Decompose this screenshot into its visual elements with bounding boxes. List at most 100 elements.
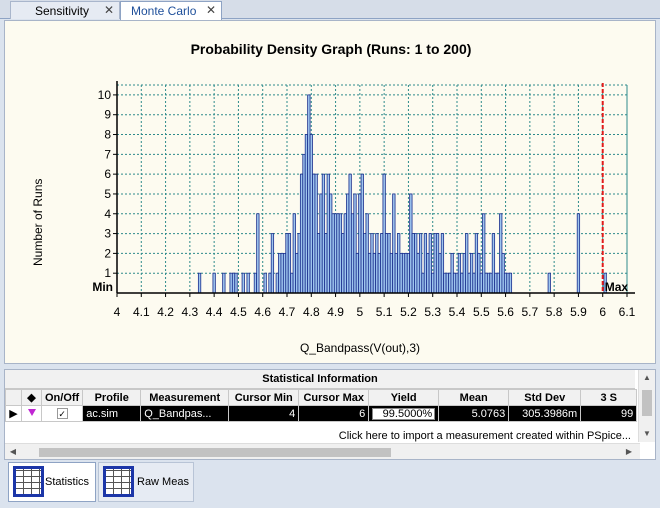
column-header-profile[interactable]: Profile <box>82 389 142 406</box>
x-tick-label: 5.4 <box>449 305 466 319</box>
x-tick-label: 4.1 <box>133 305 150 319</box>
histogram-bar <box>508 272 513 294</box>
x-tick-label: 6.1 <box>619 305 636 319</box>
tab-statistics-label: Statistics <box>45 476 90 488</box>
three-sigma-cell[interactable]: 99 <box>580 405 638 422</box>
column-header-std-dev[interactable]: Std Dev <box>508 389 582 406</box>
statistics-table: ◆ On/Off Profile Measurement Cursor Min … <box>5 389 638 422</box>
x-tick-label: 4.8 <box>303 305 320 319</box>
x-tick-label: 6 <box>599 305 606 319</box>
tab-monte-carlo-label: Monte Carlo <box>131 4 197 18</box>
cursor-min-label: Min <box>92 280 113 294</box>
y-tick-label: 3 <box>104 227 111 241</box>
table-icon <box>13 466 44 497</box>
statistics-title: Statistical Information <box>5 370 635 389</box>
histogram-bar <box>234 272 238 294</box>
x-tick-label: 5.1 <box>376 305 393 319</box>
x-tick-label: 4.5 <box>230 305 247 319</box>
column-header-yield[interactable]: Yield <box>368 389 440 406</box>
x-tick-label: 5.6 <box>497 305 514 319</box>
histogram-plot[interactable]: 4 4.1 4.2 4.3 4.4 4.5 4.6 4.7 4.8 4.9 5 5.1 5.2 5.3 5.… <box>5 21 657 365</box>
column-header-3-sigma[interactable]: 3 S <box>580 389 638 406</box>
scroll-left-icon[interactable]: ◀ <box>5 444 21 459</box>
y-tick-label: 4 <box>104 207 111 221</box>
x-tick-label: 5.2 <box>400 305 417 319</box>
x-tick-label: 5.7 <box>522 305 539 319</box>
y-tick-label: 8 <box>104 128 111 142</box>
column-header-cursor-max[interactable]: Cursor Max <box>298 389 370 406</box>
std-dev-cell[interactable]: 305.3986m <box>508 405 582 422</box>
column-header-measurement[interactable]: Measurement <box>140 389 230 406</box>
import-measurement-link[interactable]: Click here to import a measurement creat… <box>41 429 635 444</box>
histogram-bar <box>256 213 260 294</box>
cursor-min-cell[interactable]: 4 <box>228 405 300 422</box>
scroll-thumb[interactable] <box>642 390 652 416</box>
tab-sensitivity-label: Sensitivity <box>35 4 90 18</box>
histogram-bar <box>222 272 226 294</box>
histogram-bar <box>212 272 216 294</box>
x-tick-label: 5.8 <box>546 305 563 319</box>
column-header-cursor-min[interactable]: Cursor Min <box>228 389 300 406</box>
tab-statistics[interactable]: Statistics <box>8 462 96 502</box>
onoff-cell[interactable]: ✓ <box>40 405 84 422</box>
histogram-bar <box>241 272 245 294</box>
y-tick-label: 6 <box>104 167 111 181</box>
probability-density-chart: Probability Density Graph (Runs: 1 to 20… <box>4 20 656 364</box>
horizontal-scrollbar[interactable]: ◀ ▶ <box>5 443 640 459</box>
cursor-max-cell[interactable]: 6 <box>298 405 370 422</box>
profile-cell[interactable]: ac.sim <box>82 405 142 422</box>
yield-cell[interactable]: 99.5000% <box>368 405 440 422</box>
x-tick-label: 4.3 <box>182 305 199 319</box>
y-tick-label: 9 <box>104 108 111 122</box>
measurement-cell[interactable]: Q_Bandpas... <box>140 405 230 422</box>
column-header-mean[interactable]: Mean <box>438 389 510 406</box>
histogram-bar <box>576 213 581 294</box>
x-tick-label: 4.6 <box>254 305 271 319</box>
scroll-thumb[interactable] <box>39 448 391 457</box>
histogram-bar <box>547 272 551 294</box>
y-tick-label: 10 <box>98 88 112 102</box>
column-header-onoff[interactable]: On/Off <box>40 389 84 406</box>
x-tick-label: 4.2 <box>157 305 174 319</box>
vertical-scrollbar[interactable]: ▲ ▼ <box>638 370 655 442</box>
close-icon[interactable]: ✕ <box>206 3 216 17</box>
scroll-up-icon[interactable]: ▲ <box>639 370 655 386</box>
x-tick-label: 4.7 <box>279 305 296 319</box>
scroll-down-icon[interactable]: ▼ <box>639 426 655 442</box>
row-pointer-icon: ▶ <box>5 405 22 422</box>
table-icon <box>103 466 134 497</box>
histogram-bar <box>197 272 202 294</box>
statistics-panel: Statistical Information ◆ On/Off Profile… <box>4 369 656 460</box>
x-tick-label: 5 <box>357 305 364 319</box>
tab-sensitivity[interactable]: Sensitivity ✕ <box>10 1 120 19</box>
x-tick-label: 4 <box>114 305 121 319</box>
table-row[interactable]: ▶ ✓ ac.sim Q_Bandpas... 4 6 99.5000% 5.0… <box>5 405 638 422</box>
close-icon[interactable]: ✕ <box>104 3 114 17</box>
x-tick-label: 5.5 <box>473 305 490 319</box>
document-tab-strip: Sensitivity ✕ Monte Carlo ✕ <box>0 0 660 20</box>
column-header <box>5 389 22 406</box>
tab-raw-meas-label: Raw Meas <box>137 476 189 488</box>
x-tick-label: 5.3 <box>424 305 441 319</box>
y-tick-label: 7 <box>104 147 111 161</box>
x-tick-label: 5.9 <box>570 305 587 319</box>
yield-value: 99.5000% <box>372 407 436 420</box>
x-tick-label: 4.9 <box>327 305 344 319</box>
y-tick-label: 1 <box>104 266 111 280</box>
histogram-bar <box>263 272 267 294</box>
y-tick-label: 2 <box>104 246 111 260</box>
table-header-row: ◆ On/Off Profile Measurement Cursor Min … <box>5 389 638 406</box>
tab-raw-meas[interactable]: Raw Meas <box>98 462 194 502</box>
measurement-marker-icon <box>21 405 42 422</box>
mean-cell[interactable]: 5.0763 <box>438 405 510 422</box>
histogram-bar <box>246 272 250 294</box>
histogram-bar <box>270 233 275 294</box>
onoff-checkbox[interactable]: ✓ <box>56 407 68 419</box>
cursor-max-label: Max <box>605 280 629 294</box>
bottom-tab-strip: Statistics Raw Meas <box>0 461 660 508</box>
tab-monte-carlo[interactable]: Monte Carlo ✕ <box>120 1 222 20</box>
x-tick-label: 4.4 <box>206 305 223 319</box>
scroll-right-icon[interactable]: ▶ <box>621 444 637 459</box>
column-header-marker[interactable]: ◆ <box>21 389 42 406</box>
y-tick-label: 5 <box>104 187 111 201</box>
